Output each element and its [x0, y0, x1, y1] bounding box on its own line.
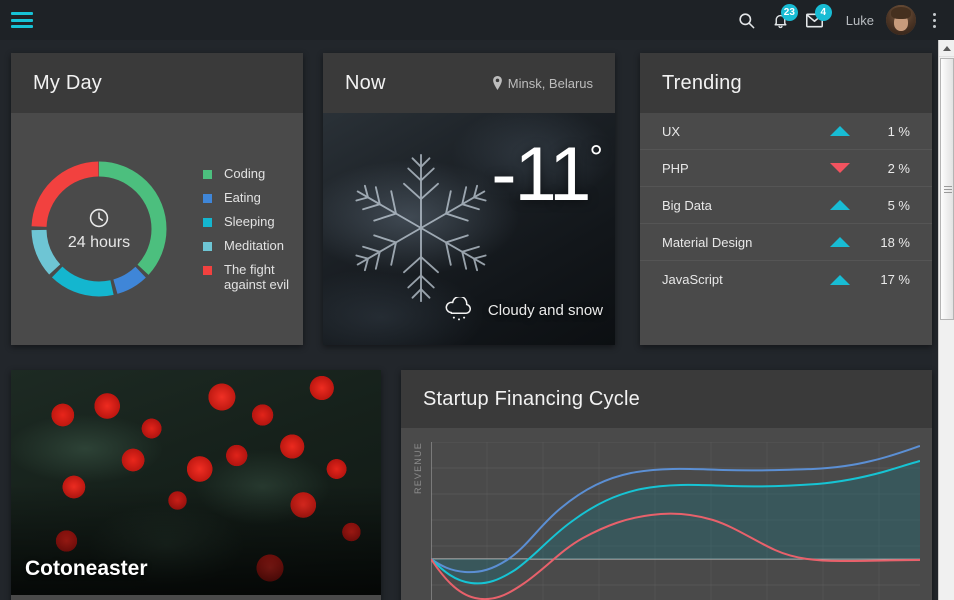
- my-day-legend: Coding Eating Sleeping Meditation The fi…: [203, 166, 303, 292]
- trending-percent: 5 %: [872, 198, 910, 213]
- hamburger-line: [11, 25, 33, 28]
- legend-item: Meditation: [203, 238, 303, 253]
- avatar-fringe: [891, 7, 911, 18]
- grip-line: [944, 189, 952, 190]
- trend-up-icon: [830, 237, 850, 247]
- map-pin-icon: [492, 76, 503, 90]
- now-temperature-value: -11: [491, 132, 589, 217]
- cotoneaster-photo: Cotoneaster: [11, 370, 381, 595]
- table-row[interactable]: Big Data 5 %: [640, 187, 932, 224]
- trending-name: UX: [662, 124, 830, 139]
- notifications-badge: 23: [781, 4, 798, 21]
- top-app-bar: 23 4 Luke: [0, 0, 954, 40]
- trend-down-icon: [830, 163, 850, 173]
- trending-percent: 1 %: [872, 124, 910, 139]
- topbar-actions: 23 4 Luke: [730, 0, 954, 40]
- legend-item: The fight against evil: [203, 262, 303, 292]
- clock-icon: [88, 207, 110, 229]
- chart-title: Startup Financing Cycle: [423, 388, 640, 411]
- messages-badge: 4: [815, 4, 832, 21]
- chart-header: Startup Financing Cycle: [401, 370, 932, 428]
- now-condition: Cloudy and snow: [442, 297, 603, 323]
- legend-swatch-fight: [203, 266, 212, 275]
- search-icon[interactable]: [730, 0, 764, 40]
- now-location-label: Minsk, Belarus: [508, 76, 593, 91]
- kebab-dot: [933, 19, 936, 22]
- my-day-title: My Day: [33, 72, 102, 95]
- hamburger-line: [11, 19, 33, 22]
- line-chart-plot: [431, 442, 920, 600]
- my-day-body: 24 hours Coding Eating Sleeping: [11, 113, 303, 345]
- legend-swatch-eating: [203, 194, 212, 203]
- trend-up-icon: [830, 200, 850, 210]
- notifications-bell-icon[interactable]: 23: [764, 0, 798, 40]
- legend-label-coding: Coding: [224, 166, 265, 181]
- cotoneaster-description: Cotoneaster is a genus of flowering plan…: [11, 595, 381, 600]
- chart-body: REVENUE TIME: [401, 428, 932, 600]
- now-condition-label: Cloudy and snow: [488, 302, 603, 319]
- hamburger-icon[interactable]: [11, 12, 33, 28]
- grip-line: [944, 192, 952, 193]
- cotoneaster-title: Cotoneaster: [25, 557, 148, 581]
- donut-center: 24 hours: [25, 155, 173, 303]
- now-temperature: -11°: [491, 137, 603, 213]
- trending-header: Trending: [640, 53, 932, 113]
- card-startup-financing-cycle: Startup Financing Cycle REVENUE TIME: [401, 370, 932, 600]
- legend-item: Eating: [203, 190, 303, 205]
- trending-list: UX 1 % PHP 2 % Big Data 5 % Material Des…: [640, 113, 932, 298]
- now-header: Now Minsk, Belarus: [323, 53, 615, 113]
- trending-name: PHP: [662, 161, 830, 176]
- now-weather-photo: -11° Cloudy and snow: [323, 113, 615, 345]
- snowflake-image: [331, 143, 511, 313]
- legend-item: Sleeping: [203, 214, 303, 229]
- username-label: Luke: [846, 13, 874, 28]
- my-day-donut-chart: 24 hours: [25, 155, 173, 303]
- dashboard-content: My Day: [0, 40, 938, 600]
- legend-label-fight: The fight against evil: [224, 262, 303, 292]
- trending-percent: 17 %: [872, 272, 910, 287]
- grip-line: [944, 186, 952, 187]
- vertical-scrollbar[interactable]: [938, 40, 954, 600]
- scrollbar-grip-icon: [944, 186, 952, 195]
- kebab-dot: [933, 25, 936, 28]
- scrollbar-thumb[interactable]: [940, 58, 954, 320]
- avatar[interactable]: [886, 5, 916, 35]
- my-day-header: My Day: [11, 53, 303, 113]
- legend-label-sleeping: Sleeping: [224, 214, 275, 229]
- kebab-menu-icon[interactable]: [922, 0, 946, 40]
- messages-envelope-icon[interactable]: 4: [798, 0, 832, 40]
- hamburger-line: [11, 12, 33, 15]
- legend-label-eating: Eating: [224, 190, 261, 205]
- legend-item: Coding: [203, 166, 303, 181]
- card-my-day: My Day: [11, 53, 303, 345]
- trending-name: Material Design: [662, 235, 830, 250]
- trending-percent: 18 %: [872, 235, 910, 250]
- legend-swatch-coding: [203, 170, 212, 179]
- now-location: Minsk, Belarus: [492, 76, 593, 91]
- trend-up-icon: [830, 275, 850, 285]
- legend-swatch-meditation: [203, 242, 212, 251]
- cloud-snow-icon: [442, 297, 476, 323]
- table-row[interactable]: UX 1 %: [640, 113, 932, 150]
- card-trending: Trending UX 1 % PHP 2 % Big Data 5 % Mat…: [640, 53, 932, 345]
- degree-symbol: °: [589, 139, 603, 177]
- trending-title: Trending: [662, 72, 742, 95]
- kebab-dot: [933, 13, 936, 16]
- legend-label-meditation: Meditation: [224, 238, 284, 253]
- table-row[interactable]: PHP 2 %: [640, 150, 932, 187]
- trending-name: JavaScript: [662, 272, 830, 287]
- chart-y-axis-label: REVENUE: [413, 442, 423, 494]
- donut-center-label: 24 hours: [68, 234, 130, 252]
- trending-name: Big Data: [662, 198, 830, 213]
- table-row[interactable]: Material Design 18 %: [640, 224, 932, 261]
- table-row[interactable]: JavaScript 17 %: [640, 261, 932, 298]
- legend-swatch-sleeping: [203, 218, 212, 227]
- now-title: Now: [345, 72, 386, 95]
- card-cotoneaster: Cotoneaster Cotoneaster is a genus of fl…: [11, 370, 381, 600]
- card-now-weather: Now Minsk, Belarus: [323, 53, 615, 345]
- arrow-up-glyph: [943, 46, 951, 51]
- trending-percent: 2 %: [872, 161, 910, 176]
- scroll-up-arrow-icon[interactable]: [939, 40, 954, 57]
- trend-up-icon: [830, 126, 850, 136]
